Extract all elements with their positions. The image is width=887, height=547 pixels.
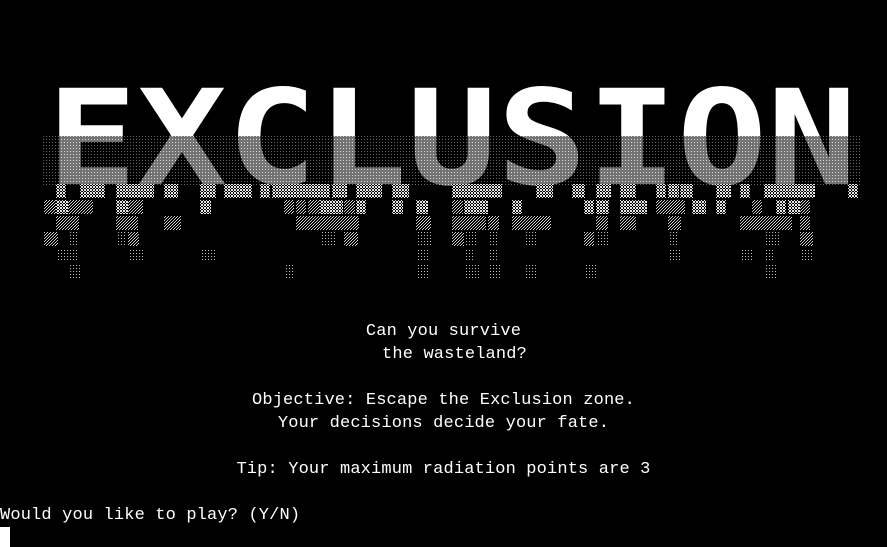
play-prompt: Would you like to play? (Y/N) xyxy=(0,506,301,525)
tagline-line-1: Can you survive xyxy=(365,322,522,341)
radiation-tip-text: Tip: Your maximum radiation points are 3 xyxy=(236,460,651,479)
input-cursor[interactable] xyxy=(0,527,10,547)
tagline-line-2: the wasteland? xyxy=(382,345,527,364)
terminal-window: EXCLUSION Can you survive the wasteland?… xyxy=(0,0,887,547)
exclusion-ascii-logo: EXCLUSION xyxy=(42,66,862,278)
objective-text: Objective: Escape the Exclusion zone. xyxy=(251,391,635,410)
decisions-text: Your decisions decide your fate. xyxy=(277,414,610,433)
